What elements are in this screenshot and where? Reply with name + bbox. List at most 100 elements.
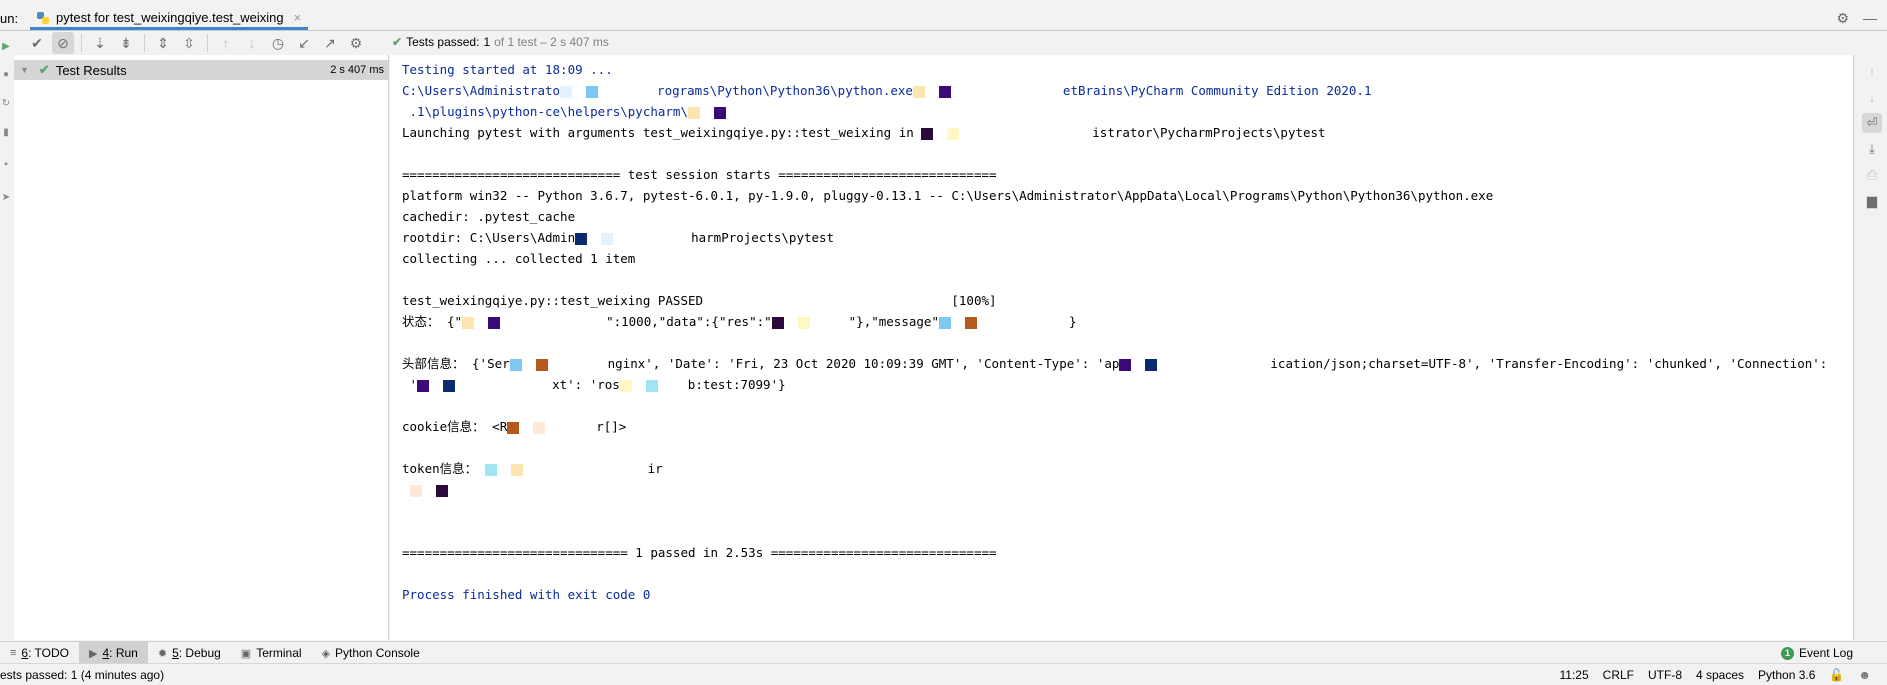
show-ignored-button[interactable]: ⊘ [52, 32, 74, 54]
console-line: cachedir: .pytest_cache [402, 209, 576, 224]
redacted-text [509, 358, 608, 371]
redacted-text [484, 463, 648, 476]
console-line: .1\plugins\python-ce\helpers\pycharm\ [402, 101, 1841, 122]
terminal-icon: ▣ [240, 647, 252, 660]
run-config-tab[interactable]: pytest for test_weixingqiye.test_weixing… [30, 8, 308, 30]
tab-debug-label: 5: Debug [172, 646, 221, 660]
test-history-button[interactable]: ◷ [267, 32, 289, 54]
left-gutter: ▶ ● ↻ ▮ ▪ ➤ [0, 41, 15, 640]
redacted-text [1119, 358, 1271, 371]
toolbar-separator [144, 34, 145, 52]
export-icon: ↗ [324, 34, 336, 51]
run-tab-title: pytest for test_weixingqiye.test_weixing [56, 10, 284, 25]
redacted-text [938, 316, 1069, 329]
show-passed-button[interactable]: ✔ [26, 32, 48, 54]
console-line: 状态： {" ":1000,"data":{"res":" "},"message"… [402, 314, 1077, 329]
tab-debug-text: : Debug [178, 646, 221, 660]
tab-terminal[interactable]: ▣ Terminal [231, 642, 312, 664]
redacted-text [462, 316, 607, 329]
collapse-all-button[interactable]: ⇳ [178, 32, 200, 54]
tab-run-label: 4: Run [102, 646, 137, 660]
soft-wrap-icon[interactable]: ⏎ [1862, 113, 1882, 133]
import-tests-button[interactable]: ↙ [293, 32, 315, 54]
tree-row-label: Test Results [55, 62, 127, 78]
test-results-tree: ▼ ✔ Test Results 2 s 407 ms [14, 55, 389, 640]
previous-failed-button[interactable]: ↑ [215, 32, 237, 54]
export-tests-button[interactable]: ↗ [319, 32, 341, 54]
gear-icon[interactable]: ⚙ [1836, 10, 1849, 27]
redacted-text [409, 484, 490, 497]
next-failed-button[interactable]: ↓ [241, 32, 263, 54]
tab-python-console[interactable]: ◈ Python Console [312, 642, 430, 664]
sort-alphabetically-button[interactable]: ⇣ [89, 32, 111, 54]
pause-icon[interactable]: ▮ [0, 127, 12, 139]
tab-debug-key: 5 [172, 646, 179, 660]
rerun-icon[interactable]: ▶ [0, 41, 12, 53]
tab-todo[interactable]: ≡ 6: TODO [0, 642, 79, 664]
restore-layout-icon[interactable]: ↻ [0, 98, 12, 110]
run-label: un: [0, 11, 19, 26]
arrow-down-icon: ↓ [248, 35, 256, 51]
settings-button[interactable]: ⚙ [345, 32, 367, 54]
print-icon[interactable]: ⎙ [1862, 165, 1882, 185]
expand-arrow-icon[interactable]: ▼ [20, 65, 29, 75]
clock-icon: ◷ [271, 34, 285, 51]
indent-setting[interactable]: 4 spaces [1696, 668, 1744, 682]
import-icon: ↙ [298, 34, 310, 51]
redacted-text [687, 106, 822, 119]
console-line [402, 479, 1841, 500]
status-bar: ests passed: 1 (4 minutes ago) 11:25 CRL… [0, 663, 1887, 685]
stop-icon[interactable]: ● [0, 69, 12, 81]
tab-todo-label: 6: TODO [21, 646, 69, 660]
arrow-up-icon: ↑ [222, 35, 230, 51]
tab-terminal-label: Terminal [256, 646, 302, 660]
tests-summary: ✔ Tests passed: 1 of 1 test – 2 s 407 ms [392, 35, 609, 49]
console-line: test_weixingqiye.py::test_weixing PASSED… [402, 293, 997, 308]
close-icon[interactable]: × [294, 10, 302, 25]
layout-icon[interactable]: ▪ [0, 159, 12, 171]
tree-row-test-results[interactable]: ▼ ✔ Test Results 2 s 407 ms [14, 60, 388, 80]
console-output[interactable]: Testing started at 18:09 ... C:\Users\Adm… [390, 55, 1854, 640]
sort-by-duration-button[interactable]: ⇟ [115, 32, 137, 54]
redacted-text [507, 421, 597, 434]
ignored-icon: ⊘ [57, 34, 69, 51]
list-icon: ≡ [10, 647, 17, 659]
lock-icon[interactable]: 🔓 [1829, 668, 1844, 682]
event-log-label: Event Log [1798, 646, 1853, 660]
summary-count: 1 [483, 35, 491, 49]
event-log-button[interactable]: 1 Event Log [1780, 642, 1853, 664]
summary-rest: of 1 test – 2 s 407 ms [494, 35, 609, 49]
console-line: C:\Users\Administrato rograms\Python\Pyth… [402, 83, 1372, 98]
console-line: Testing started at 18:09 ... [402, 62, 613, 77]
line-separator[interactable]: CRLF [1603, 668, 1634, 682]
scroll-to-end-icon[interactable]: ⤓ [1862, 139, 1882, 159]
up-stack-icon[interactable]: ↑ [1862, 61, 1882, 81]
tab-debug[interactable]: ✹ 5: Debug [148, 642, 231, 664]
file-encoding[interactable]: UTF-8 [1648, 668, 1682, 682]
tab-todo-text: : TODO [28, 646, 70, 660]
run-tool-window-header: un: pytest for test_weixingqiye.test_wei… [0, 8, 1887, 31]
inspector-icon[interactable]: ☻ [1858, 668, 1871, 682]
console-side-toolbar: ↑ ↓ ⏎ ⤓ ⎙ ▆ [1856, 55, 1887, 640]
console-line: ============================== 1 passed … [402, 545, 997, 560]
minimize-icon[interactable]: — [1863, 10, 1877, 27]
console-line: Launching pytest with arguments test_wei… [402, 125, 1326, 140]
pin-icon[interactable]: ➤ [0, 192, 12, 204]
trash-icon[interactable]: ▆ [1862, 191, 1882, 211]
test-runner-toolbar: ✔ ⊘ ⇣ ⇟ ⇕ ⇳ ↑ ↓ ◷ ↙ ↗ ⚙ [14, 31, 388, 55]
python-interpreter[interactable]: Python 3.6 [1758, 668, 1815, 682]
down-stack-icon[interactable]: ↓ [1862, 87, 1882, 107]
console-line: cookie信息： <R r[]> [402, 419, 627, 434]
redacted-text [921, 127, 1093, 140]
tab-python-console-label: Python Console [335, 646, 420, 660]
sort-duration-icon: ⇟ [120, 34, 132, 51]
status-message[interactable]: ests passed: 1 (4 minutes ago) [0, 668, 164, 682]
cursor-position[interactable]: 11:25 [1560, 668, 1589, 682]
bug-icon: ✹ [157, 647, 168, 660]
tab-run[interactable]: ▶ 4: Run [79, 642, 148, 664]
expand-all-button[interactable]: ⇕ [152, 32, 174, 54]
